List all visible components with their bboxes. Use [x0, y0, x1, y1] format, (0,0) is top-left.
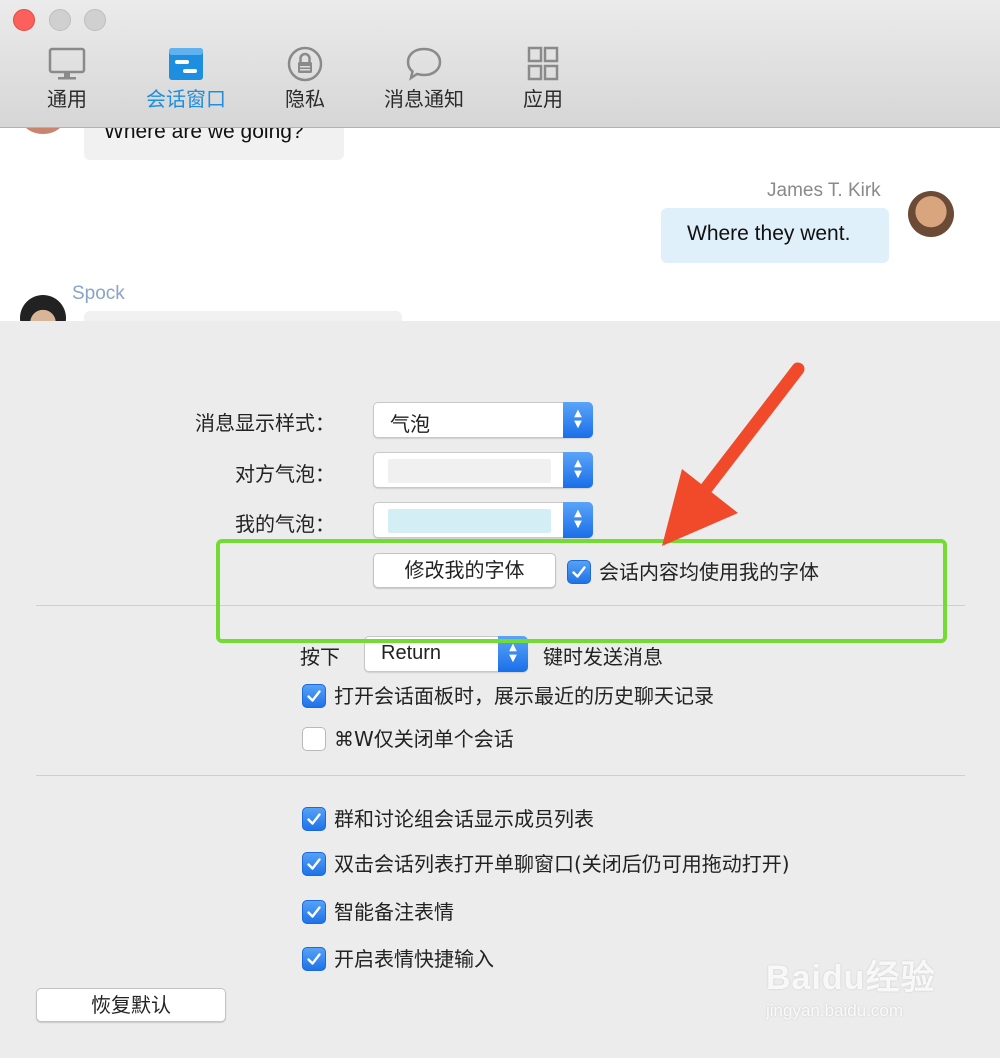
- restore-defaults-button[interactable]: 恢复默认: [36, 988, 226, 1022]
- bubble-style-value: 气泡: [390, 412, 430, 436]
- send-key-value: Return: [381, 642, 442, 664]
- monitor-icon: [48, 47, 86, 80]
- other-bubble-label: 对方气泡：: [235, 462, 335, 486]
- checkbox-checked[interactable]: [302, 852, 326, 876]
- tab-chat-window[interactable]: 会话窗口: [131, 46, 241, 112]
- chat-preview: Where are we going? James T. Kirk Where …: [0, 128, 1000, 321]
- chevron-up-down-icon: ▲ ▼: [563, 402, 593, 438]
- my-bubble-color-select[interactable]: ▲ ▼: [373, 502, 593, 538]
- close-window-button[interactable]: [13, 9, 35, 31]
- tab-apps-label: 应用: [523, 87, 563, 111]
- lock-icon: [287, 46, 323, 82]
- divider: [36, 775, 965, 776]
- message-text: Where they went.: [687, 222, 851, 245]
- checkbox-checked[interactable]: [302, 807, 326, 831]
- checkbox-unchecked[interactable]: [302, 727, 326, 751]
- tab-privacy-label: 隐私: [285, 87, 325, 111]
- preferences-toolbar: 通用 会话窗口 隐私 消息通知 应用: [0, 0, 1000, 128]
- settings-panel: 消息显示样式： 气泡 ▲ ▼ 对方气泡： ▲ ▼ 我的气泡： ▲ ▼ 修改我的字体 会…: [0, 321, 1000, 1058]
- avatar-spock: [20, 295, 66, 321]
- watermark-logo: Baidu经验: [766, 959, 936, 997]
- my-bubble-label: 我的气泡：: [235, 512, 335, 536]
- checkbox-label: 群和讨论组会话显示成员列表: [334, 807, 594, 831]
- checkmark-icon: [307, 690, 321, 702]
- minimize-window-button[interactable]: [49, 9, 71, 31]
- checkbox-label: 开启表情快捷输入: [334, 947, 494, 971]
- checkbox-label: 智能备注表情: [334, 900, 454, 924]
- tab-apps[interactable]: 应用: [488, 46, 598, 112]
- checkmark-icon: [307, 813, 321, 825]
- checkmark-icon: [307, 858, 321, 870]
- checkbox-label: 打开会话面板时，展示最近的历史聊天记录: [334, 684, 714, 708]
- checkbox-checked[interactable]: [302, 947, 326, 971]
- checkbox-checked[interactable]: [302, 900, 326, 924]
- checkbox-label: 双击会话列表打开单聊窗口(关闭后仍可用拖动打开): [334, 852, 790, 876]
- tab-notifications-label: 消息通知: [384, 87, 464, 111]
- checkbox-label: ⌘W仅关闭单个会话: [334, 727, 514, 751]
- speech-bubble-icon: [406, 47, 442, 81]
- checkbox-checked[interactable]: [302, 684, 326, 708]
- chevron-up-down-icon: ▲ ▼: [563, 452, 593, 488]
- tab-general[interactable]: 通用: [12, 46, 122, 112]
- highlight-box-annotation: [216, 539, 947, 643]
- bubble-style-select[interactable]: 气泡 ▲ ▼: [373, 402, 593, 438]
- chevron-up-down-icon: ▲ ▼: [563, 502, 593, 538]
- chat-window-icon: [169, 48, 203, 80]
- other-bubble-color-select[interactable]: ▲ ▼: [373, 452, 593, 488]
- message-bubble-incoming: [84, 311, 402, 321]
- tab-general-label: 通用: [47, 87, 87, 111]
- message-text: Where are we going?: [104, 128, 304, 143]
- other-bubble-color-swatch: [388, 459, 551, 483]
- grid-icon: [527, 46, 559, 81]
- send-key-prefix: 按下: [300, 645, 340, 669]
- tab-chat-window-label: 会话窗口: [146, 87, 226, 111]
- message-bubble-outgoing: Where they went.: [661, 208, 889, 263]
- checkmark-icon: [307, 906, 321, 918]
- bubble-style-label: 消息显示样式：: [195, 411, 335, 435]
- my-bubble-color-swatch: [388, 509, 551, 533]
- red-arrow-annotation: [662, 362, 805, 546]
- baidu-jingyan-watermark: Baidu经验 jingyan.baidu.com: [766, 950, 935, 1021]
- avatar-kirk: [908, 191, 954, 237]
- message-bubble-incoming: Where are we going?: [84, 128, 344, 160]
- sender-name-kirk: James T. Kirk: [767, 180, 881, 201]
- watermark-url: jingyan.baidu.com: [766, 1001, 904, 1020]
- tab-notifications[interactable]: 消息通知: [369, 46, 479, 112]
- sender-name-spock: Spock: [72, 283, 125, 304]
- send-key-suffix: 键时发送消息: [543, 645, 663, 669]
- checkmark-icon: [307, 953, 321, 965]
- zoom-window-button[interactable]: [84, 9, 106, 31]
- avatar: [22, 128, 64, 134]
- tab-privacy[interactable]: 隐私: [250, 46, 360, 112]
